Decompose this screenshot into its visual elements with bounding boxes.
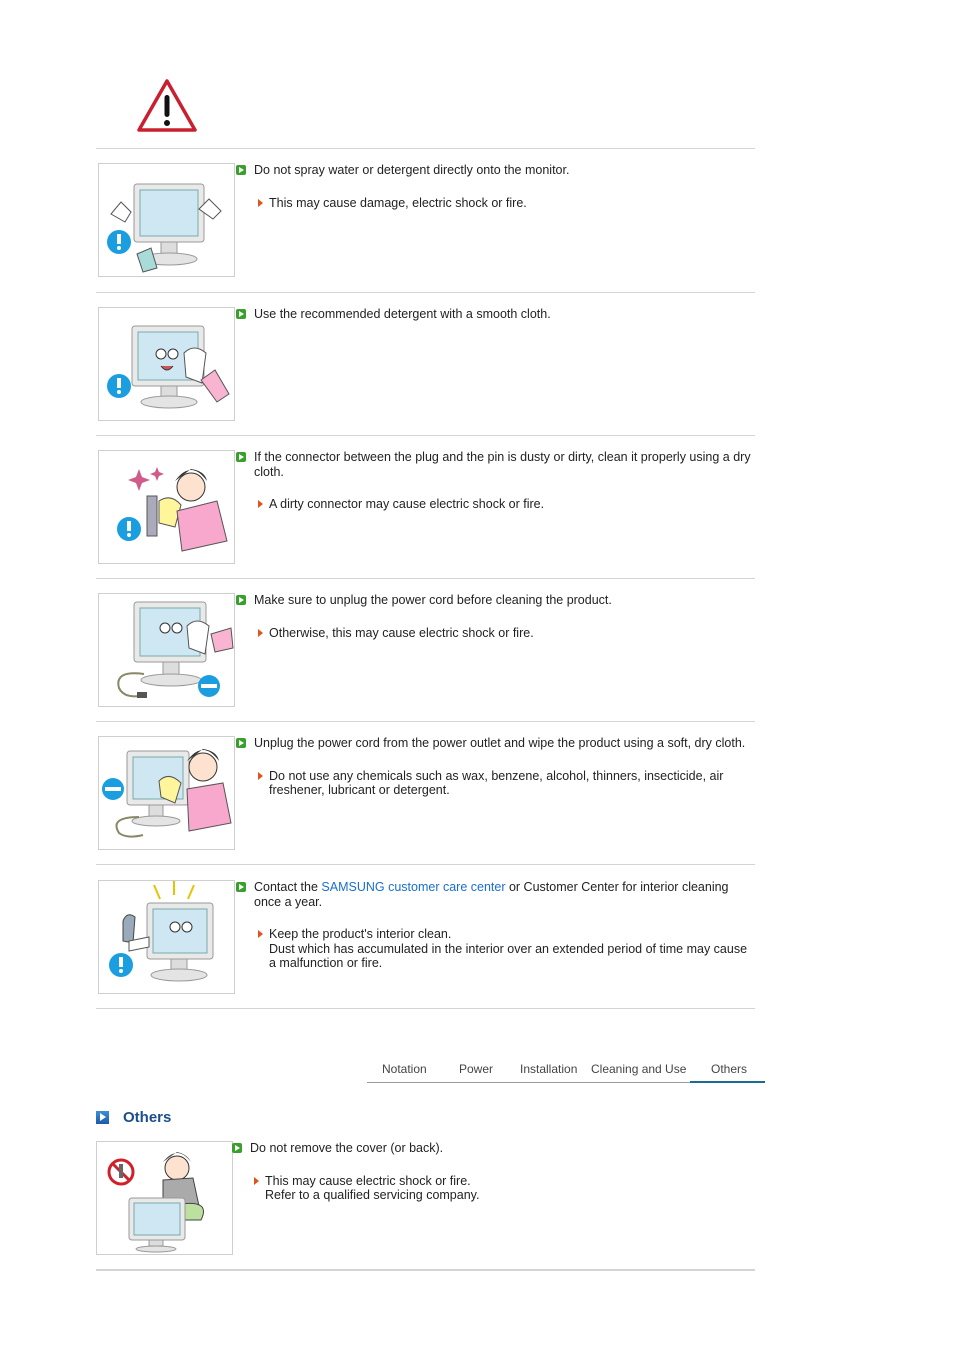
item-sub-text: Keep the product's interior clean. (269, 927, 452, 941)
divider (96, 148, 755, 149)
tab-cleaning-and-use[interactable]: Cleaning and Use (591, 1062, 686, 1076)
unplug-wipe-soft-cloth-illustration (98, 736, 235, 850)
item-sub-text: Dust which has accumulated in the interi… (269, 941, 748, 971)
item-sub-text: This may cause electric shock or fire. (265, 1173, 471, 1188)
section-tabs: Notation Power Installation Cleaning and… (367, 1058, 765, 1083)
green-bullet-icon (236, 595, 246, 605)
divider (96, 721, 755, 722)
item-main-text: Unplug the power cord from the power out… (254, 736, 746, 750)
item-main-text: Make sure to unplug the power cord befor… (254, 593, 612, 607)
divider (96, 435, 755, 436)
item-sub-text: This may cause damage, electric shock or… (269, 195, 527, 210)
safety-item: Make sure to unplug the power cord befor… (96, 593, 755, 708)
section-title: Others (123, 1109, 172, 1126)
item-main-text: Do not remove the cover (or back). (250, 1141, 444, 1155)
item-sub-text: Do not use any chemicals such as wax, be… (269, 768, 724, 798)
divider (96, 578, 755, 579)
orange-arrow-icon (258, 628, 263, 637)
item-sub-text: Otherwise, this may cause electric shock… (269, 625, 534, 640)
item-sub-text: A dirty connector may cause electric sho… (269, 497, 545, 511)
wipe-monitor-cloth-illustration (98, 307, 235, 421)
section-arrow-icon (96, 1111, 109, 1124)
safety-item: Do not remove the cover (or back). This … (96, 1141, 755, 1256)
interior-cleaning-illustration (98, 880, 235, 994)
safety-item: Unplug the power cord from the power out… (96, 736, 755, 851)
divider (96, 292, 755, 293)
item-main-text: Use the recommended detergent with a smo… (254, 307, 551, 321)
safety-item: Contact the SAMSUNG customer care center… (96, 880, 755, 995)
active-tab-indicator (690, 1081, 765, 1083)
tab-others[interactable]: Others (711, 1062, 747, 1076)
orange-arrow-icon (254, 1176, 259, 1185)
item-sub-text: Refer to a qualified servicing company. (265, 1188, 480, 1202)
orange-arrow-icon (258, 930, 263, 938)
spray-monitor-illustration (98, 163, 235, 277)
divider (96, 864, 755, 865)
warning-triangle-icon (136, 78, 198, 134)
divider (96, 1008, 755, 1009)
tab-power[interactable]: Power (459, 1062, 493, 1076)
tab-installation[interactable]: Installation (520, 1062, 577, 1076)
orange-arrow-icon (258, 500, 263, 508)
green-bullet-icon (236, 738, 246, 748)
green-bullet-icon (236, 309, 246, 319)
do-not-remove-cover-illustration (96, 1141, 233, 1255)
item-main-text: If the connector between the plug and th… (254, 450, 751, 479)
tab-notation[interactable]: Notation (382, 1062, 427, 1076)
green-bullet-icon (236, 882, 246, 892)
divider (96, 1269, 755, 1271)
samsung-customer-care-link[interactable]: SAMSUNG customer care center (321, 880, 505, 894)
unplug-before-cleaning-illustration (98, 593, 235, 707)
safety-item: Use the recommended detergent with a smo… (96, 307, 755, 422)
green-bullet-icon (236, 165, 246, 175)
safety-item: Do not spray water or detergent directly… (96, 163, 755, 278)
orange-arrow-icon (258, 771, 263, 780)
item-main-text-prefix: Contact the (254, 880, 322, 894)
orange-arrow-icon (258, 198, 263, 207)
safety-item: If the connector between the plug and th… (96, 450, 755, 565)
green-bullet-icon (236, 452, 246, 462)
item-main-text: Do not spray water or detergent directly… (254, 163, 570, 177)
green-bullet-icon (232, 1143, 242, 1153)
clean-connector-illustration (98, 450, 235, 564)
